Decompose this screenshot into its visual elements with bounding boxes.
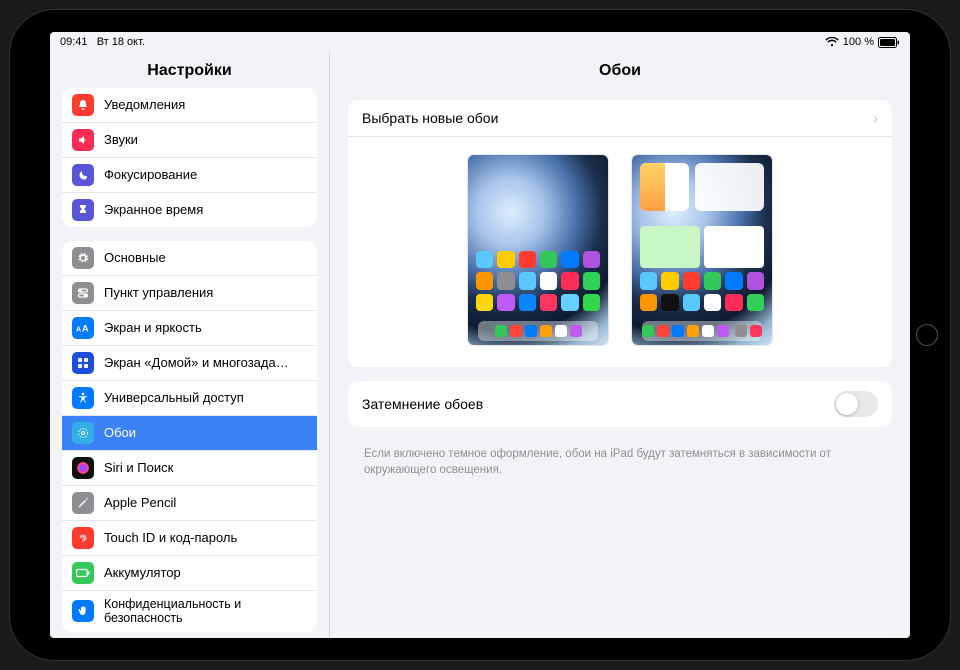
- sidebar-item-label: Универсальный доступ: [104, 391, 307, 406]
- battery-icon: [878, 37, 900, 48]
- sidebar-item-label: Обои: [104, 426, 307, 441]
- sidebar-item-touch-id[interactable]: Touch ID и код-пароль: [62, 520, 317, 555]
- dim-footnote: Если включено темное оформление, обои на…: [348, 441, 892, 478]
- sidebar-item-battery[interactable]: Аккумулятор: [62, 555, 317, 590]
- sidebar-item-siri[interactable]: Siri и Поиск: [62, 450, 317, 485]
- switches-icon: [72, 282, 94, 304]
- wallpaper-icon: [72, 422, 94, 444]
- lock-screen-preview[interactable]: [468, 155, 608, 345]
- hand-icon: [72, 600, 94, 622]
- sidebar-item-sounds[interactable]: Звуки: [62, 122, 317, 157]
- detail-title: Обои: [330, 52, 910, 88]
- sidebar-item-control-center[interactable]: Пункт управления: [62, 275, 317, 310]
- bell-icon: [72, 94, 94, 116]
- svg-text:A: A: [76, 327, 81, 334]
- sidebar-group-1: Уведомления Звуки Фокусиро: [62, 88, 317, 227]
- battery-setting-icon: [72, 562, 94, 584]
- detail-scroll[interactable]: Выбрать новые обои ›: [330, 88, 910, 638]
- wallpaper-card: Выбрать новые обои ›: [348, 100, 892, 367]
- status-time: 09:41: [60, 36, 88, 48]
- sidebar-item-label: Уведомления: [104, 98, 307, 113]
- moon-icon: [72, 164, 94, 186]
- status-date: Вт 18 окт.: [97, 36, 145, 48]
- siri-icon: [72, 457, 94, 479]
- status-bar: 09:41 Вт 18 окт. 100 %: [50, 32, 910, 52]
- sidebar-item-accessibility[interactable]: Универсальный доступ: [62, 380, 317, 415]
- battery-percentage: 100 %: [843, 36, 874, 48]
- wallpaper-previews: [348, 137, 892, 367]
- dim-card: Затемнение обоев: [348, 381, 892, 427]
- chevron-right-icon: ›: [873, 110, 878, 126]
- home-screen-preview[interactable]: [632, 155, 772, 345]
- dim-wallpaper-row: Затемнение обоев: [348, 381, 892, 427]
- screen: 09:41 Вт 18 окт. 100 % Настройки: [50, 32, 910, 638]
- sidebar-item-label: Основные: [104, 251, 307, 266]
- sidebar-item-label: Siri и Поиск: [104, 461, 307, 476]
- sidebar-item-label: Экранное время: [104, 203, 307, 218]
- sidebar-item-label: Touch ID и код-пароль: [104, 531, 307, 546]
- speaker-icon: [72, 129, 94, 151]
- sidebar-item-focus[interactable]: Фокусирование: [62, 157, 317, 192]
- sidebar-item-screen-time[interactable]: Экранное время: [62, 192, 317, 227]
- status-right: 100 %: [825, 36, 900, 48]
- sidebar-item-label: Фокусирование: [104, 168, 307, 183]
- sidebar-item-label: Пункт управления: [104, 286, 307, 301]
- choose-wallpaper-row[interactable]: Выбрать новые обои ›: [348, 100, 892, 137]
- sidebar-item-pencil[interactable]: Apple Pencil: [62, 485, 317, 520]
- sidebar-item-label: Экран и яркость: [104, 321, 307, 336]
- settings-sidebar: Настройки Уведомления: [50, 52, 330, 638]
- sidebar-item-label: Аккумулятор: [104, 566, 307, 581]
- sidebar-item-general[interactable]: Основные: [62, 241, 317, 275]
- sidebar-item-label: Конфиденциальность и безопасность: [104, 597, 307, 626]
- fingerprint-icon: [72, 527, 94, 549]
- wifi-icon: [825, 37, 839, 47]
- sidebar-item-display-brightness[interactable]: AA Экран и яркость: [62, 310, 317, 345]
- pencil-icon: [72, 492, 94, 514]
- grid-icon: [72, 352, 94, 374]
- choose-wallpaper-label: Выбрать новые обои: [362, 110, 498, 126]
- sidebar-item-notifications[interactable]: Уведомления: [62, 88, 317, 122]
- status-left: 09:41 Вт 18 окт.: [60, 36, 145, 48]
- detail-pane: Обои Выбрать новые обои ›: [330, 52, 910, 638]
- ipad-device-frame: 09:41 Вт 18 окт. 100 % Настройки: [10, 10, 950, 660]
- sidebar-title: Настройки: [50, 52, 329, 88]
- sidebar-item-privacy[interactable]: Конфиденциальность и безопасность: [62, 590, 317, 632]
- dim-wallpaper-label: Затемнение обоев: [362, 396, 483, 412]
- svg-text:A: A: [82, 324, 89, 334]
- split-content: Настройки Уведомления: [50, 52, 910, 638]
- text-size-icon: AA: [72, 317, 94, 339]
- dim-wallpaper-switch[interactable]: [834, 391, 878, 417]
- gear-icon: [72, 247, 94, 269]
- sidebar-item-label: Звуки: [104, 133, 307, 148]
- home-button[interactable]: [916, 324, 938, 346]
- sidebar-group-2: Основные Пункт управления AA: [62, 241, 317, 632]
- hourglass-icon: [72, 199, 94, 221]
- accessibility-icon: [72, 387, 94, 409]
- sidebar-item-label: Apple Pencil: [104, 496, 307, 511]
- sidebar-item-home-screen[interactable]: Экран «Домой» и многозада…: [62, 345, 317, 380]
- sidebar-item-wallpaper[interactable]: Обои: [62, 415, 317, 450]
- sidebar-scroll[interactable]: Уведомления Звуки Фокусиро: [50, 88, 329, 638]
- sidebar-item-label: Экран «Домой» и многозада…: [104, 356, 307, 371]
